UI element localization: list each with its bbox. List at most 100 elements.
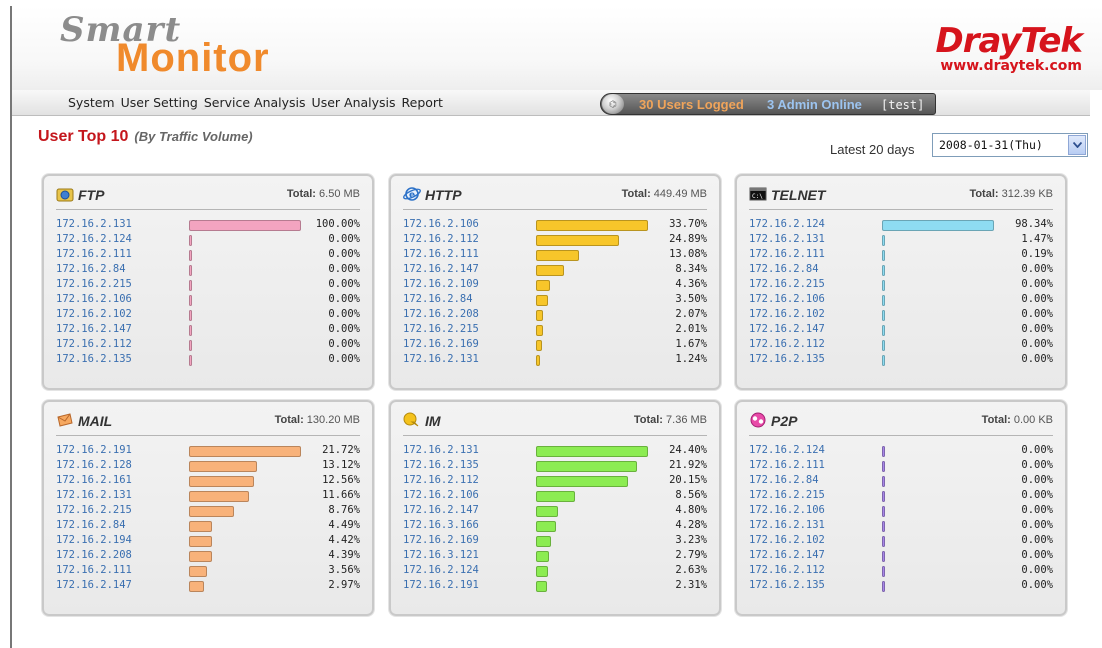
traffic-bar: [189, 310, 192, 321]
user-row: 172.16.2.112 0.00%: [749, 338, 1053, 353]
traffic-bar: [189, 491, 250, 502]
user-ip-link[interactable]: 172.16.2.147: [56, 579, 132, 591]
user-ip-link[interactable]: 172.16.2.106: [403, 218, 479, 230]
user-ip-link[interactable]: 172.16.2.135: [403, 459, 479, 471]
user-ip-link[interactable]: 172.16.2.208: [403, 308, 479, 320]
card-total-value: 130.20 MB: [303, 414, 360, 426]
user-ip-link[interactable]: 172.16.2.112: [56, 338, 132, 350]
traffic-percent: 13.08%: [669, 248, 707, 260]
user-ip-link[interactable]: 172.16.2.169: [403, 534, 479, 546]
user-ip-link[interactable]: 172.16.2.147: [403, 504, 479, 516]
user-ip-link[interactable]: 172.16.2.131: [403, 444, 479, 456]
user-ip-link[interactable]: 172.16.2.111: [56, 564, 132, 576]
menu-item-user-setting[interactable]: User Setting: [121, 95, 198, 110]
user-ip-link[interactable]: 172.16.2.135: [749, 353, 825, 365]
menu-item-system[interactable]: System: [68, 95, 115, 110]
users-logged-status[interactable]: 30 Users Logged: [639, 97, 744, 112]
status-bar: ⌬ 30 Users Logged 3 Admin Online [test]: [600, 93, 936, 115]
user-ip-link[interactable]: 172.16.2.208: [56, 549, 132, 561]
main-menu-bar: System User Setting Service Analysis Use…: [12, 90, 1090, 116]
traffic-percent: 1.24%: [675, 353, 707, 365]
user-ip-link[interactable]: 172.16.3.121: [403, 549, 479, 561]
user-ip-link[interactable]: 172.16.2.109: [403, 278, 479, 290]
user-ip-link[interactable]: 172.16.2.191: [56, 444, 132, 456]
user-ip-link[interactable]: 172.16.2.215: [56, 278, 132, 290]
user-ip-link[interactable]: 172.16.2.111: [56, 248, 132, 260]
user-ip-link[interactable]: 172.16.3.166: [403, 519, 479, 531]
user-ip-link[interactable]: 172.16.2.215: [403, 323, 479, 335]
traffic-bar: [189, 220, 301, 231]
user-row: 172.16.2.131 11.66%: [56, 489, 360, 504]
user-row: 172.16.2.169 1.67%: [403, 338, 707, 353]
user-row: 172.16.2.84 0.00%: [56, 263, 360, 278]
user-ip-link[interactable]: 172.16.2.161: [56, 474, 132, 486]
user-ip-link[interactable]: 172.16.2.124: [749, 218, 825, 230]
user-ip-link[interactable]: 172.16.2.147: [749, 323, 825, 335]
user-ip-link[interactable]: 172.16.2.194: [56, 534, 132, 546]
user-ip-link[interactable]: 172.16.2.106: [56, 293, 132, 305]
user-row: 172.16.2.147 8.34%: [403, 263, 707, 278]
traffic-bar: [536, 581, 547, 592]
user-ip-link[interactable]: 172.16.2.106: [749, 293, 825, 305]
traffic-percent: 0.00%: [1021, 293, 1053, 305]
user-ip-link[interactable]: 172.16.2.147: [403, 263, 479, 275]
user-ip-link[interactable]: 172.16.2.112: [749, 564, 825, 576]
brand-logo[interactable]: DrayTek www.draytek.com: [935, 24, 1083, 74]
user-ip-link[interactable]: 172.16.2.131: [749, 519, 825, 531]
date-select[interactable]: 2008-01-31(Thu): [932, 133, 1088, 157]
user-row: 172.16.2.124 98.34%: [749, 218, 1053, 233]
user-ip-link[interactable]: 172.16.2.131: [749, 233, 825, 245]
user-ip-link[interactable]: 172.16.2.111: [749, 248, 825, 260]
menu-item-report[interactable]: Report: [402, 95, 443, 110]
user-row: 172.16.2.147 0.00%: [56, 323, 360, 338]
user-ip-link[interactable]: 172.16.2.131: [56, 489, 132, 501]
user-ip-link[interactable]: 172.16.2.191: [403, 579, 479, 591]
card-total-label: Total:: [633, 414, 663, 426]
user-row: 172.16.2.111 0.19%: [749, 248, 1053, 263]
user-ip-link[interactable]: 172.16.2.84: [56, 519, 126, 531]
user-ip-link[interactable]: 172.16.2.147: [56, 323, 132, 335]
user-ip-link[interactable]: 172.16.2.112: [403, 474, 479, 486]
user-ip-link[interactable]: 172.16.2.102: [749, 308, 825, 320]
traffic-percent: 0.00%: [328, 353, 360, 365]
user-ip-link[interactable]: 172.16.2.215: [749, 278, 825, 290]
user-ip-link[interactable]: 172.16.2.124: [403, 564, 479, 576]
traffic-bar: [536, 250, 580, 261]
traffic-percent: 2.31%: [675, 579, 707, 591]
user-ip-link[interactable]: 172.16.2.106: [403, 489, 479, 501]
chevron-down-icon[interactable]: [1068, 135, 1086, 155]
user-ip-link[interactable]: 172.16.2.84: [403, 293, 473, 305]
traffic-percent: 0.00%: [328, 308, 360, 320]
user-ip-link[interactable]: 172.16.2.169: [403, 338, 479, 350]
user-ip-link[interactable]: 172.16.2.124: [749, 444, 825, 456]
user-ip-link[interactable]: 172.16.2.112: [749, 338, 825, 350]
user-ip-link[interactable]: 172.16.2.84: [56, 263, 126, 275]
user-ip-link[interactable]: 172.16.2.112: [403, 233, 479, 245]
menu-item-user-analysis[interactable]: User Analysis: [312, 95, 396, 110]
user-ip-link[interactable]: 172.16.2.131: [56, 218, 132, 230]
svg-text:C:\: C:\: [752, 193, 763, 200]
user-ip-link[interactable]: 172.16.2.215: [749, 489, 825, 501]
user-ip-link[interactable]: 172.16.2.135: [749, 579, 825, 591]
user-ip-link[interactable]: 172.16.2.147: [749, 549, 825, 561]
traffic-percent: 0.00%: [328, 338, 360, 350]
user-ip-link[interactable]: 172.16.2.102: [749, 534, 825, 546]
user-ip-link[interactable]: 172.16.2.135: [56, 353, 132, 365]
brand-url[interactable]: www.draytek.com: [935, 58, 1082, 74]
user-ip-link[interactable]: 172.16.2.106: [749, 504, 825, 516]
user-row: 172.16.2.191 2.31%: [403, 579, 707, 594]
user-ip-link[interactable]: 172.16.2.84: [749, 263, 819, 275]
traffic-bar: [536, 310, 543, 321]
menu-item-service-analysis[interactable]: Service Analysis: [204, 95, 306, 110]
user-ip-link[interactable]: 172.16.2.102: [56, 308, 132, 320]
user-ip-link[interactable]: 172.16.2.111: [749, 459, 825, 471]
admin-online-status[interactable]: 3 Admin Online: [767, 97, 862, 112]
user-ip-link[interactable]: 172.16.2.84: [749, 474, 819, 486]
user-ip-link[interactable]: 172.16.2.111: [403, 248, 479, 260]
user-ip-link[interactable]: 172.16.2.215: [56, 504, 132, 516]
user-ip-link[interactable]: 172.16.2.128: [56, 459, 132, 471]
user-ip-link[interactable]: 172.16.2.131: [403, 353, 479, 365]
card-rows: 172.16.2.124 98.34% 172.16.2.131 1.47% 172.1…: [749, 218, 1053, 368]
user-ip-link[interactable]: 172.16.2.124: [56, 233, 132, 245]
user-row: 172.16.2.208 2.07%: [403, 308, 707, 323]
